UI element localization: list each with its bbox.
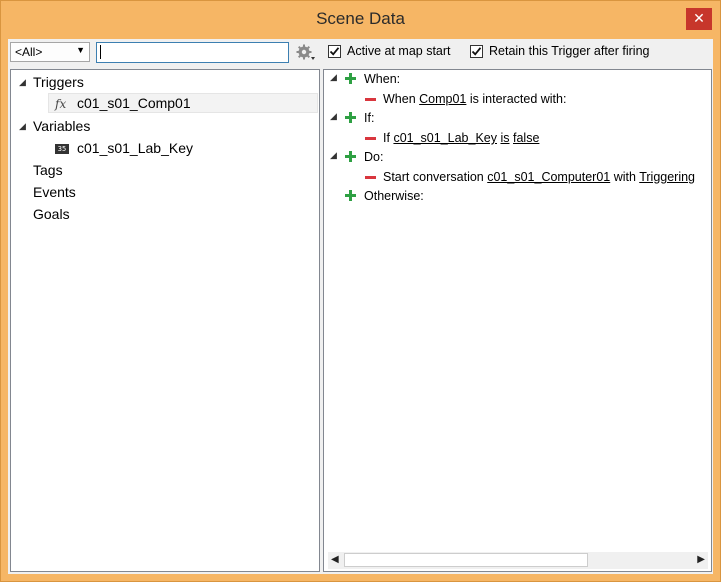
tree-node-label: c01_s01_Lab_Key xyxy=(77,140,193,156)
close-button[interactable]: ✕ xyxy=(686,8,712,30)
variable-icon: 35 xyxy=(55,144,69,155)
client-area: <All> ▼ Active at map start Retain this … xyxy=(8,39,713,574)
remove-icon[interactable] xyxy=(365,98,376,101)
active-at-start-label: Active at map start xyxy=(347,44,451,58)
add-icon[interactable] xyxy=(345,73,356,84)
function-icon: fx xyxy=(55,97,67,111)
condition-text: When xyxy=(383,92,416,106)
when-section-label: When: xyxy=(364,72,401,86)
expanded-triangle-icon[interactable]: ◢ xyxy=(330,151,337,161)
action-text: with xyxy=(613,170,636,184)
search-input[interactable] xyxy=(96,42,289,63)
tree-node-tags[interactable]: Tags xyxy=(33,160,313,180)
expanded-triangle-icon[interactable]: ◢ xyxy=(19,116,26,136)
condition-text: If xyxy=(383,131,390,145)
when-condition-row[interactable]: When Comp01 is interacted with: xyxy=(383,90,566,108)
add-icon[interactable] xyxy=(345,112,356,123)
scroll-right-icon[interactable]: ▶ xyxy=(697,554,705,565)
filter-dropdown[interactable]: <All> ▼ xyxy=(10,42,90,62)
triggering-target-link[interactable]: Triggering xyxy=(639,170,695,184)
action-text: Start conversation xyxy=(383,170,484,184)
expanded-triangle-icon[interactable]: ◢ xyxy=(19,72,26,92)
window-title: Scene Data xyxy=(316,9,405,28)
retain-trigger-checkbox[interactable]: Retain this Trigger after firing xyxy=(470,43,650,59)
add-icon[interactable] xyxy=(345,190,356,201)
scene-data-window: Scene Data ✕ <All> ▼ Active at map start… xyxy=(0,0,721,582)
if-value-link[interactable]: false xyxy=(513,131,539,145)
if-variable-link[interactable]: c01_s01_Lab_Key xyxy=(393,131,497,145)
tree-node-label: Tags xyxy=(33,162,63,178)
chevron-down-icon: ▼ xyxy=(76,45,85,55)
expanded-triangle-icon[interactable]: ◢ xyxy=(330,112,337,122)
remove-icon[interactable] xyxy=(365,137,376,140)
if-condition-row[interactable]: If c01_s01_Lab_Key is false xyxy=(383,129,539,147)
condition-text: is interacted with: xyxy=(469,92,567,106)
tree-node-label: Variables xyxy=(33,118,91,134)
tree-node-variable-item[interactable]: 35 c01_s01_Lab_Key xyxy=(55,138,315,158)
horizontal-scrollbar[interactable]: ◀ ▶ xyxy=(328,552,708,569)
tree-node-variables[interactable]: ◢ Variables xyxy=(19,116,314,136)
if-operator-link[interactable]: is xyxy=(500,131,509,145)
tree-node-events[interactable]: Events xyxy=(33,182,313,202)
active-at-start-checkbox[interactable]: Active at map start xyxy=(328,43,451,59)
checkmark-icon xyxy=(471,46,482,56)
checkbox-box[interactable] xyxy=(470,44,483,58)
tree-node-trigger-item[interactable]: fx c01_s01_Comp01 xyxy=(55,93,315,113)
expanded-triangle-icon[interactable]: ◢ xyxy=(330,73,337,83)
trigger-editor[interactable]: ◢ When: When Comp01 is interacted with: … xyxy=(323,69,712,572)
remove-icon[interactable] xyxy=(365,176,376,179)
otherwise-section-label: Otherwise: xyxy=(364,189,424,203)
scroll-left-icon[interactable]: ◀ xyxy=(331,554,339,565)
tree-node-goals[interactable]: Goals xyxy=(33,204,313,224)
do-action-row[interactable]: Start conversation c01_s01_Computer01 wi… xyxy=(383,168,695,186)
checkbox-box[interactable] xyxy=(328,44,341,58)
gear-icon[interactable] xyxy=(296,44,316,62)
checkmark-icon xyxy=(329,46,340,56)
scene-tree[interactable]: ◢ Triggers fx c01_s01_Comp01 ◢ Variables… xyxy=(10,69,320,572)
close-icon: ✕ xyxy=(693,11,705,27)
tree-node-triggers[interactable]: ◢ Triggers xyxy=(19,72,314,92)
add-icon[interactable] xyxy=(345,151,356,162)
tree-node-label: c01_s01_Comp01 xyxy=(77,95,191,111)
retain-trigger-label: Retain this Trigger after firing xyxy=(489,44,650,58)
title-bar[interactable]: Scene Data ✕ xyxy=(1,1,720,37)
do-section-label: Do: xyxy=(364,150,384,164)
tree-node-label: Triggers xyxy=(33,74,84,90)
text-caret xyxy=(100,45,101,59)
when-target-link[interactable]: Comp01 xyxy=(419,92,466,106)
scrollbar-thumb[interactable] xyxy=(344,553,588,567)
tree-node-label: Goals xyxy=(33,206,70,222)
filter-value: <All> xyxy=(15,45,43,59)
conversation-link[interactable]: c01_s01_Computer01 xyxy=(487,170,610,184)
tree-node-label: Events xyxy=(33,184,76,200)
if-section-label: If: xyxy=(364,111,375,125)
